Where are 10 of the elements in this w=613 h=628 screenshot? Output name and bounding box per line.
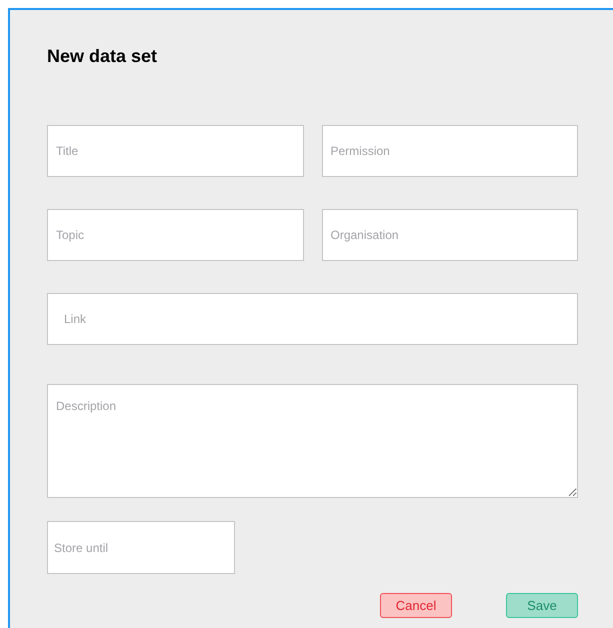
text-field[interactable]: Topic: [47, 209, 304, 261]
text-field[interactable]: Permission: [322, 125, 578, 177]
dialog-title: New data set: [47, 45, 158, 68]
text-field[interactable]: Title: [47, 125, 304, 177]
text-field[interactable]: Organisation: [322, 209, 578, 261]
date-field[interactable]: Store until: [47, 521, 235, 574]
description-field[interactable]: Description: [47, 384, 578, 498]
link-field[interactable]: Link: [47, 293, 578, 345]
cancel-button[interactable]: Cancel: [380, 593, 452, 618]
save-button[interactable]: Save: [506, 593, 578, 618]
